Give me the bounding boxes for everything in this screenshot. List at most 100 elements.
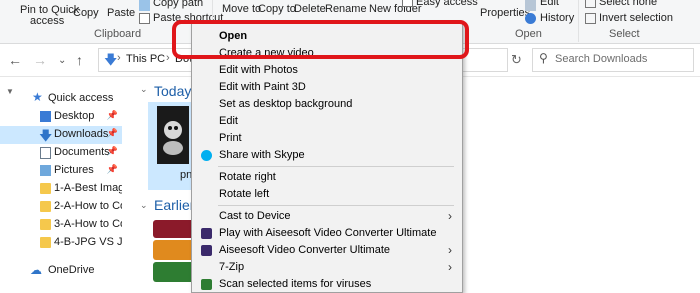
menu-item-label: Scan selected items for viruses bbox=[219, 278, 372, 290]
paste-button[interactable]: Paste bbox=[107, 7, 135, 19]
menu-item-share-skype[interactable]: Share with Skype bbox=[192, 147, 462, 164]
nav-label: 2-A-How to Cor bbox=[54, 200, 130, 212]
submenu-arrow-icon: › bbox=[448, 260, 452, 274]
menu-item-label: 7-Zip bbox=[219, 261, 245, 273]
folder-icon bbox=[40, 237, 51, 248]
menu-item-label: Edit bbox=[219, 115, 238, 127]
nav-item-pictures[interactable]: Pictures 📌 bbox=[0, 162, 122, 180]
menu-item-7zip[interactable]: 7-Zip › bbox=[192, 259, 462, 276]
nav-label: OneDrive bbox=[48, 264, 95, 276]
edit-button[interactable]: Edit bbox=[540, 0, 559, 8]
back-arrow-icon[interactable]: ← bbox=[8, 52, 22, 68]
forward-arrow-icon[interactable]: → bbox=[33, 52, 47, 68]
download-location-icon: 🡇 bbox=[104, 52, 118, 67]
menu-item-play-aiseesoft[interactable]: Play with Aiseesoft Video Converter Ulti… bbox=[192, 225, 462, 242]
menu-item-print[interactable]: Print bbox=[192, 130, 462, 147]
documents-icon bbox=[40, 147, 51, 159]
select-none-button[interactable]: Select none bbox=[599, 0, 657, 8]
star-icon: ★ bbox=[32, 90, 43, 104]
pin-icon: 📌 bbox=[106, 110, 118, 120]
refresh-icon[interactable]: ↻ bbox=[511, 52, 522, 68]
copy-path-icon bbox=[139, 0, 150, 11]
nav-item-folder[interactable]: 1-A-Best Image bbox=[0, 180, 130, 198]
history-icon bbox=[525, 13, 536, 24]
select-none-icon bbox=[585, 0, 596, 8]
nav-item-folder[interactable]: 3-A-How to Cor bbox=[0, 216, 130, 234]
context-menu: Open Create a new video Edit with Photos… bbox=[191, 22, 463, 293]
winrar-icon bbox=[153, 262, 195, 282]
invert-selection-button[interactable]: Invert selection bbox=[599, 12, 673, 24]
group-label-select: Select bbox=[609, 28, 640, 40]
open-highlight-annotation bbox=[172, 20, 469, 59]
skype-icon bbox=[201, 150, 212, 161]
nav-item-downloads[interactable]: 🡇 Downloads 📌 bbox=[0, 126, 122, 144]
breadcrumb-separator-icon: › bbox=[117, 52, 121, 64]
group-label-clipboard: Clipboard bbox=[94, 28, 142, 40]
easy-access-button[interactable]: Easy access bbox=[416, 0, 478, 8]
pictures-icon bbox=[40, 165, 51, 176]
menu-item-edit[interactable]: Edit bbox=[192, 113, 462, 130]
menu-item-aiseesoft[interactable]: Aiseesoft Video Converter Ultimate › bbox=[192, 242, 462, 259]
menu-item-rotate-left[interactable]: Rotate left bbox=[192, 186, 462, 203]
copy-button[interactable]: Copy bbox=[73, 7, 99, 19]
pin-icon: 📌 bbox=[106, 146, 118, 156]
menu-item-label: Edit with Photos bbox=[219, 64, 298, 76]
folder-icon bbox=[40, 219, 51, 230]
nav-item-desktop[interactable]: Desktop 📌 bbox=[0, 108, 122, 126]
navigation-pane: ▼ ★ Quick access Desktop 📌 🡇 Downloads 📌… bbox=[0, 78, 146, 291]
ribbon-divider bbox=[578, 0, 579, 42]
desktop-icon bbox=[40, 111, 51, 122]
history-button[interactable]: History bbox=[540, 12, 574, 24]
nav-label: Quick access bbox=[48, 92, 114, 104]
nav-item-folder[interactable]: 4-B-JPG VS JPEG bbox=[0, 234, 146, 252]
menu-item-edit-paint3d[interactable]: Edit with Paint 3D bbox=[192, 79, 462, 96]
folder-icon bbox=[40, 183, 51, 194]
rename-button[interactable]: Rename bbox=[325, 3, 367, 15]
copy-path-button[interactable]: Copy path bbox=[153, 0, 203, 9]
menu-item-scan-viruses[interactable]: Scan selected items for viruses bbox=[192, 276, 462, 293]
collapse-group-icon[interactable]: ⌄ bbox=[140, 84, 148, 95]
menu-item-label: Share with Skype bbox=[219, 149, 305, 161]
nav-onedrive[interactable]: ☁ OneDrive bbox=[0, 262, 122, 280]
menu-item-edit-photos[interactable]: Edit with Photos bbox=[192, 62, 462, 79]
properties-button[interactable]: Properties bbox=[480, 7, 530, 19]
invert-selection-icon bbox=[585, 13, 596, 24]
group-label-open: Open bbox=[515, 28, 542, 40]
recent-locations-chevron-icon[interactable]: ⌄ bbox=[58, 55, 66, 66]
pin-icon: 📌 bbox=[106, 164, 118, 174]
pin-icon: 📌 bbox=[106, 128, 118, 138]
delete-button[interactable]: Delete bbox=[294, 3, 326, 15]
up-arrow-icon[interactable]: ↑ bbox=[76, 52, 83, 68]
breadcrumb-this-pc[interactable]: This PC bbox=[126, 53, 165, 65]
nav-quick-access[interactable]: ★ Quick access bbox=[0, 90, 122, 108]
pin-label-line2: access bbox=[30, 15, 65, 27]
nav-label: Documents bbox=[54, 146, 110, 158]
paste-shortcut-icon bbox=[139, 13, 150, 24]
menu-item-set-desktop-background[interactable]: Set as desktop background bbox=[192, 96, 462, 113]
winrar-icon bbox=[153, 240, 195, 260]
cloud-icon: ☁ bbox=[30, 263, 42, 277]
breadcrumb-separator-icon: › bbox=[166, 52, 170, 64]
submenu-arrow-icon: › bbox=[448, 243, 452, 257]
move-to-button[interactable]: Move to bbox=[222, 3, 261, 15]
nav-item-folder[interactable]: 2-A-How to Cor bbox=[0, 198, 130, 216]
new-folder-button[interactable]: New folder bbox=[369, 3, 422, 15]
menu-separator bbox=[218, 205, 454, 206]
menu-item-label: Play with Aiseesoft Video Converter Ulti… bbox=[219, 227, 437, 239]
menu-separator bbox=[218, 166, 454, 167]
collapse-group-icon[interactable]: ⌄ bbox=[140, 200, 148, 211]
menu-item-rotate-right[interactable]: Rotate right bbox=[192, 169, 462, 186]
submenu-arrow-icon: › bbox=[448, 209, 452, 223]
nav-label: 1-A-Best Image bbox=[54, 182, 131, 194]
menu-item-label: Edit with Paint 3D bbox=[219, 81, 306, 93]
nav-label: 3-A-How to Cor bbox=[54, 218, 130, 230]
menu-item-label: Set as desktop background bbox=[219, 98, 353, 110]
copy-to-button[interactable]: Copy to bbox=[258, 3, 296, 15]
menu-item-cast-to-device[interactable]: Cast to Device › bbox=[192, 208, 462, 225]
thumbnail-image bbox=[157, 106, 189, 164]
menu-item-label: Rotate left bbox=[219, 188, 270, 200]
search-input[interactable]: ⚲ Search Downloads bbox=[532, 48, 694, 72]
nav-item-documents[interactable]: Documents 📌 bbox=[0, 144, 122, 162]
archive-file-icons[interactable] bbox=[153, 220, 195, 286]
edit-icon bbox=[525, 0, 536, 11]
